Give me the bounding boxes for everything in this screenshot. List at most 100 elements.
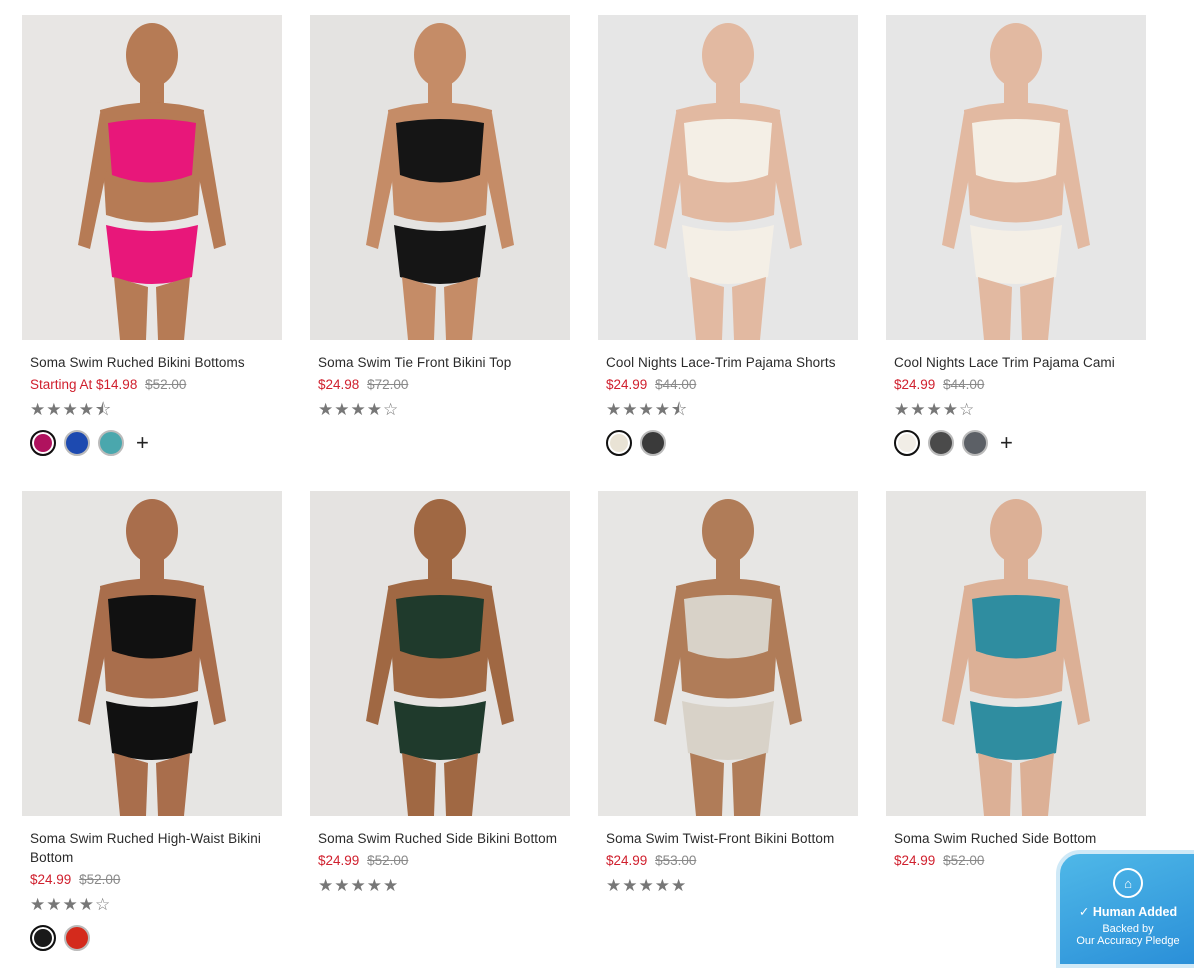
color-swatch[interactable] <box>928 430 954 456</box>
star-rating: ★★★★⯪ <box>30 400 113 419</box>
color-swatch[interactable] <box>64 925 90 951</box>
product-name[interactable]: Soma Swim Tie Front Bikini Top <box>318 353 562 372</box>
color-swatch[interactable] <box>640 430 666 456</box>
color-swatch[interactable] <box>30 430 56 456</box>
model-neck <box>1004 559 1028 579</box>
garment-top <box>396 595 484 659</box>
accuracy-pledge-badge[interactable]: ⌂ ✓ Human Added Backed by Our Accuracy P… <box>1056 850 1194 968</box>
product-image[interactable] <box>22 15 282 340</box>
model-left-leg <box>402 277 436 340</box>
product-image[interactable] <box>22 491 282 816</box>
model-head <box>990 499 1042 563</box>
product-card[interactable]: Soma Swim Ruched High-Waist Bikini Botto… <box>22 491 282 967</box>
model-left-leg <box>978 753 1012 816</box>
product-card[interactable]: Soma Swim Ruched Bikini Bottoms Starting… <box>22 15 282 491</box>
price-row: $24.99 $44.00 <box>894 376 1138 394</box>
model-head <box>990 23 1042 87</box>
garment-top <box>108 595 196 659</box>
product-image[interactable] <box>886 491 1146 816</box>
pledge-title-text: Human Added <box>1092 905 1178 919</box>
sale-price: $24.98 <box>318 377 360 392</box>
model-right-leg <box>1020 277 1054 340</box>
product-card[interactable]: Cool Nights Lace-Trim Pajama Shorts $24.… <box>598 15 858 491</box>
star-rating: ★★★★★ <box>606 876 688 895</box>
product-card[interactable]: Soma Swim Ruched Side Bikini Bottom $24.… <box>310 491 570 967</box>
color-swatch[interactable] <box>962 430 988 456</box>
price-row: $24.99 $53.00 <box>606 852 850 870</box>
color-swatches <box>606 430 850 456</box>
model-left-leg <box>114 753 148 816</box>
model-right-leg <box>732 277 766 340</box>
garment-top <box>108 119 196 183</box>
sale-price: $24.99 <box>894 853 936 868</box>
garment-top <box>396 119 484 183</box>
garment-bottom <box>106 701 198 760</box>
price-row: $24.99 $52.00 <box>318 852 562 870</box>
product-name[interactable]: Cool Nights Lace-Trim Pajama Shorts <box>606 353 850 372</box>
model-figure <box>78 499 226 816</box>
color-swatches <box>30 925 274 951</box>
color-swatch[interactable] <box>30 925 56 951</box>
star-rating: ★★★★☆ <box>894 400 976 419</box>
more-colors-plus-icon[interactable]: + <box>1000 432 1013 454</box>
product-image[interactable] <box>310 491 570 816</box>
model-head <box>126 23 178 87</box>
original-price: $44.00 <box>943 377 985 392</box>
price-row: $24.98 $72.00 <box>318 376 562 394</box>
pledge-subtitle-line1: Backed by <box>1102 923 1154 935</box>
model-left-leg <box>978 277 1012 340</box>
star-rating: ★★★★★ <box>318 876 400 895</box>
color-swatch[interactable] <box>64 430 90 456</box>
model-figure <box>654 499 802 816</box>
model-right-leg <box>444 277 478 340</box>
original-price: $52.00 <box>943 853 985 868</box>
pledge-title: ✓ Human Added <box>1078 905 1178 919</box>
sale-price: Starting At $14.98 <box>30 377 138 392</box>
product-card[interactable]: Soma Swim Tie Front Bikini Top $24.98 $7… <box>310 15 570 491</box>
original-price: $72.00 <box>367 377 409 392</box>
model-neck <box>140 559 164 579</box>
original-price: $52.00 <box>79 872 121 887</box>
product-card[interactable]: Soma Swim Twist-Front Bikini Bottom $24.… <box>598 491 858 967</box>
product-image[interactable] <box>598 491 858 816</box>
sale-price: $24.99 <box>894 377 936 392</box>
more-colors-plus-icon[interactable]: + <box>136 432 149 454</box>
product-name[interactable]: Soma Swim Ruched Side Bikini Bottom <box>318 829 562 848</box>
product-name[interactable]: Soma Swim Ruched Side Bottom <box>894 829 1138 848</box>
model-figure <box>942 499 1090 816</box>
product-image[interactable] <box>598 15 858 340</box>
model-head <box>126 499 178 563</box>
pledge-subtitle: Backed by Our Accuracy Pledge <box>1060 923 1194 947</box>
model-left-leg <box>114 277 148 340</box>
product-name[interactable]: Cool Nights Lace Trim Pajama Cami <box>894 353 1138 372</box>
garment-bottom <box>394 225 486 284</box>
model-head <box>702 23 754 87</box>
color-swatch[interactable] <box>98 430 124 456</box>
product-card[interactable]: Cool Nights Lace Trim Pajama Cami $24.99… <box>886 15 1146 491</box>
sale-price: $24.99 <box>606 853 648 868</box>
model-neck <box>716 83 740 103</box>
model-figure <box>366 499 514 816</box>
original-price: $44.00 <box>655 377 697 392</box>
product-image[interactable] <box>886 15 1146 340</box>
model-neck <box>716 559 740 579</box>
color-swatch[interactable] <box>606 430 632 456</box>
model-left-leg <box>690 753 724 816</box>
color-swatch[interactable] <box>894 430 920 456</box>
model-neck <box>428 559 452 579</box>
pledge-subtitle-line2: Our Accuracy Pledge <box>1076 935 1180 947</box>
model-neck <box>140 83 164 103</box>
model-right-leg <box>156 753 190 816</box>
product-name[interactable]: Soma Swim Ruched High-Waist Bikini Botto… <box>30 829 274 867</box>
model-neck <box>428 83 452 103</box>
product-name[interactable]: Soma Swim Ruched Bikini Bottoms <box>30 353 274 372</box>
color-swatches: + <box>30 430 274 456</box>
model-figure <box>654 23 802 340</box>
garment-top <box>972 595 1060 659</box>
product-name[interactable]: Soma Swim Twist-Front Bikini Bottom <box>606 829 850 848</box>
model-head <box>414 23 466 87</box>
price-row: $24.99 $52.00 <box>30 871 274 889</box>
model-neck <box>1004 83 1028 103</box>
sale-price: $24.99 <box>606 377 648 392</box>
product-image[interactable] <box>310 15 570 340</box>
